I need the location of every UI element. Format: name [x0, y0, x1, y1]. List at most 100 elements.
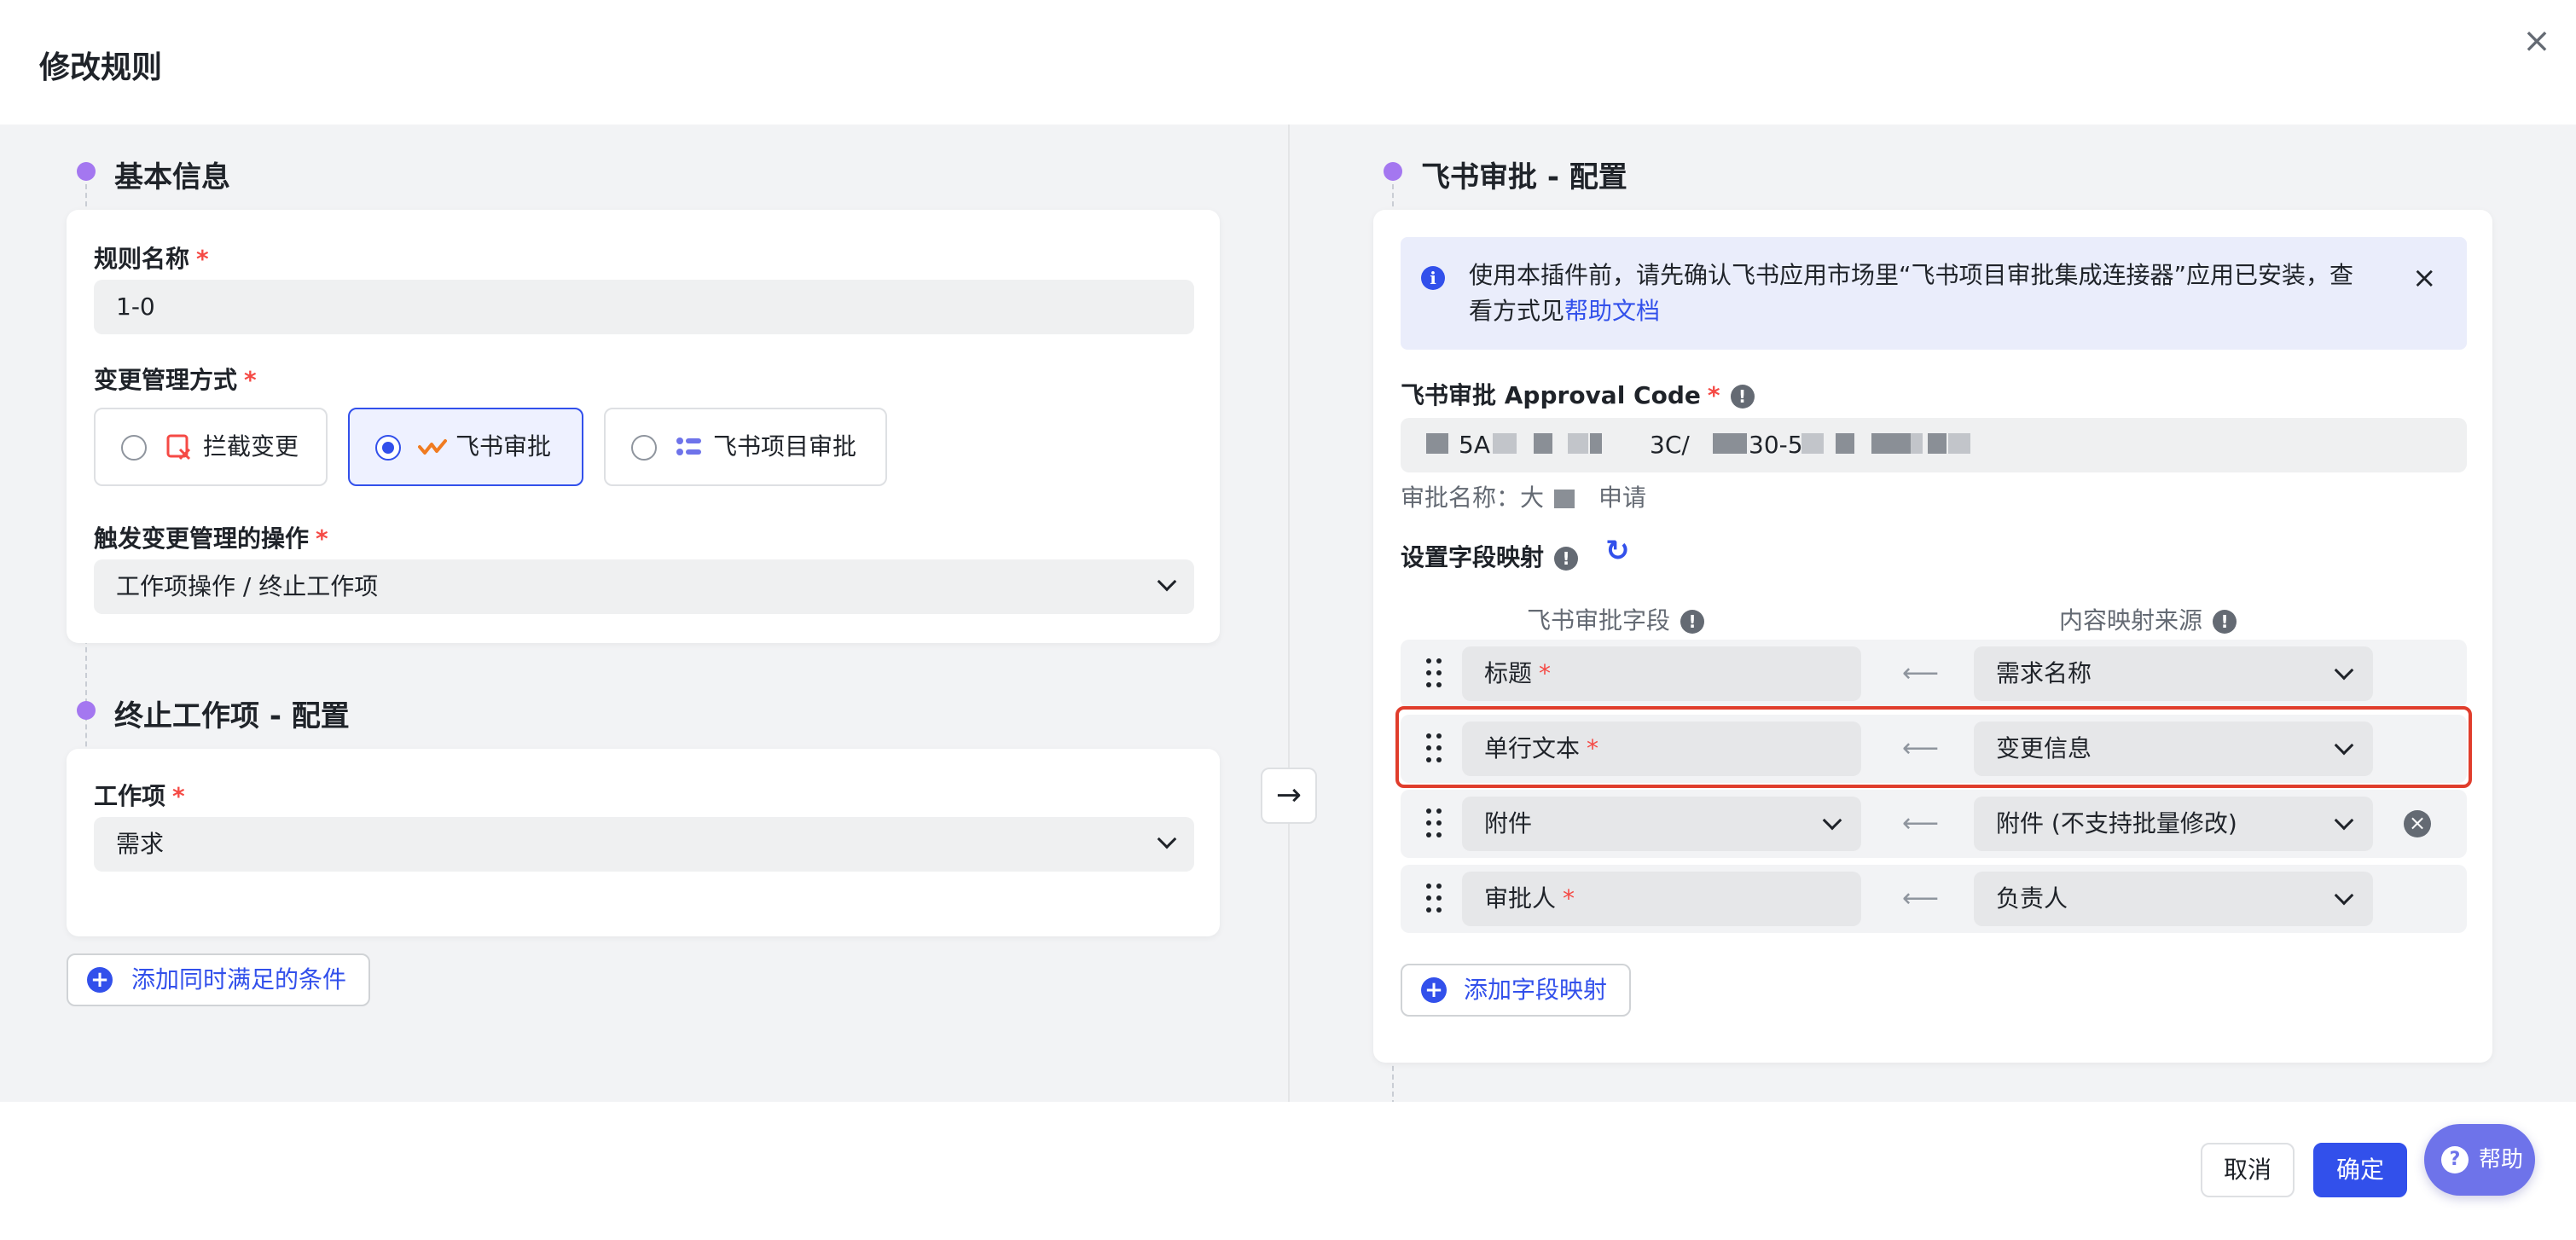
- chevron-down-icon: [1822, 810, 1842, 831]
- arrow-left-icon: ⟵: [1902, 658, 1940, 688]
- project-approval-icon: [676, 437, 701, 455]
- redacted-block: [1554, 490, 1575, 508]
- col-field-header: 飞书审批字段!: [1527, 602, 1705, 636]
- source-select[interactable]: 负责人: [1974, 872, 2373, 926]
- redacted-block: [1713, 433, 1747, 454]
- mode-option-label: 飞书项目审批: [713, 432, 857, 461]
- dialog-title: 修改规则: [39, 50, 163, 85]
- feishu-approval-icon: [418, 439, 447, 455]
- trigger-select[interactable]: 工作项操作 / 终止工作项: [94, 559, 1194, 614]
- hint-icon: !: [1680, 610, 1705, 634]
- close-icon[interactable]: ×: [2518, 22, 2556, 60]
- code-fragment: 30-5: [1749, 431, 1803, 459]
- redacted-block: [1426, 433, 1448, 454]
- info-banner: i 使用本插件前，请先确认飞书应用市场里“飞书项目审批集成连接器”应用已安装，查…: [1401, 237, 2467, 350]
- chevron-down-icon: [2334, 885, 2354, 906]
- chevron-down-icon: [2334, 660, 2354, 681]
- source-select[interactable]: 需求名称: [1974, 646, 2373, 701]
- mapping-row: 标题 * ⟵ 需求名称: [1401, 640, 2467, 708]
- confirm-button[interactable]: 确定: [2313, 1143, 2407, 1197]
- approval-code-input[interactable]: 5A· 3C/ 30-5: [1401, 418, 2467, 472]
- mode-option-project-approval[interactable]: 飞书项目审批: [604, 408, 887, 486]
- help-doc-link[interactable]: 帮助文档: [1564, 297, 1660, 325]
- add-condition-label: 添加同时满足的条件: [131, 965, 347, 994]
- dialog-body: 基本信息 规则名称 * 1-0 变更管理方式 * 拦截变更 飞书审批 飞书项目审…: [0, 125, 2576, 1102]
- mode-option-intercept[interactable]: 拦截变更: [94, 408, 328, 486]
- drag-handle-icon[interactable]: [1426, 658, 1443, 689]
- add-mapping-label: 添加字段映射: [1464, 976, 1608, 1004]
- chevron-down-icon: [1157, 829, 1177, 849]
- drag-handle-icon[interactable]: [1426, 808, 1443, 839]
- add-mapping-button[interactable]: + 添加字段映射: [1401, 964, 1631, 1017]
- help-button[interactable]: ? 帮助: [2424, 1124, 2535, 1196]
- mode-label: 变更管理方式 *: [94, 366, 257, 394]
- add-condition-button[interactable]: + 添加同时满足的条件: [67, 953, 370, 1006]
- section-dot: [77, 701, 96, 720]
- mapping-label: 设置字段映射!: [1401, 539, 1579, 573]
- intercept-icon: [166, 434, 191, 461]
- redacted-block: [1590, 433, 1602, 454]
- remove-row-icon[interactable]: ×: [2404, 810, 2431, 837]
- refresh-icon[interactable]: ↻: [1605, 534, 1630, 568]
- section-dot: [1384, 162, 1402, 181]
- mapping-row: 审批人 * ⟵ 负责人: [1401, 865, 2467, 933]
- help-label: 帮助: [2479, 1147, 2524, 1173]
- hint-icon: !: [2213, 610, 2237, 634]
- redacted-block: [1534, 433, 1552, 454]
- work-item-value: 需求: [116, 830, 165, 858]
- redacted-block: [1911, 433, 1923, 454]
- terminate-config-title: 终止工作项 - 配置: [114, 699, 350, 733]
- info-text: 使用本插件前，请先确认飞书应用市场里“飞书项目审批集成连接器”应用已安装，查看方…: [1469, 261, 2354, 325]
- feishu-config-title: 飞书审批 - 配置: [1421, 160, 1627, 194]
- chevron-down-icon: [2334, 810, 2354, 831]
- drag-handle-icon[interactable]: [1426, 884, 1443, 914]
- radio-circle-selected: [375, 435, 401, 461]
- trigger-label: 触发变更管理的操作 *: [94, 524, 328, 553]
- radio-circle: [121, 435, 147, 461]
- basic-info-title: 基本信息: [114, 160, 230, 194]
- work-item-select[interactable]: 需求: [94, 817, 1194, 872]
- column-divider: [1288, 125, 1290, 1102]
- redacted-block: [1568, 433, 1588, 454]
- basic-info-card: 规则名称 * 1-0 变更管理方式 * 拦截变更 飞书审批 飞书项目审批 触发变…: [67, 210, 1220, 643]
- arrow-right-icon: →: [1261, 768, 1317, 824]
- terminate-config-card: 工作项 * 需求: [67, 749, 1220, 936]
- edit-rule-dialog: 修改规则 × 基本信息 规则名称 * 1-0 变更管理方式 * 拦截变更 飞书审…: [0, 0, 2576, 1240]
- chevron-down-icon: [1157, 571, 1177, 592]
- highlight-box: [1395, 706, 2472, 788]
- redacted-block: [1928, 433, 1947, 454]
- banner-close-icon[interactable]: ×: [2412, 261, 2437, 295]
- rule-name-input[interactable]: 1-0: [94, 280, 1194, 334]
- redacted-block: [1493, 433, 1517, 454]
- info-icon: i: [1421, 266, 1445, 290]
- work-item-label: 工作项 *: [94, 782, 185, 810]
- arrow-left-icon: ⟵: [1902, 808, 1940, 838]
- cancel-button[interactable]: 取消: [2201, 1143, 2295, 1197]
- section-dot: [77, 162, 96, 181]
- source-select[interactable]: 附件 (不支持批量修改): [1974, 797, 2373, 851]
- approval-name-text: 审批名称：大 申请: [1401, 484, 1647, 512]
- plus-icon: +: [1421, 977, 1447, 1003]
- col-source-header: 内容映射来源!: [2059, 602, 2237, 636]
- arrow-left-icon: ⟵: [1902, 884, 1940, 913]
- redacted-block: [1801, 433, 1824, 454]
- hint-icon: !: [1554, 547, 1579, 571]
- hint-icon: !: [1730, 385, 1755, 409]
- approval-field-select[interactable]: 附件: [1462, 797, 1861, 851]
- mode-option-feishu-approval[interactable]: 飞书审批: [348, 408, 583, 486]
- redacted-block: [1836, 433, 1854, 454]
- dialog-header: 修改规则 ×: [0, 0, 2576, 125]
- approval-field: 标题 *: [1462, 646, 1861, 701]
- trigger-value: 工作项操作 / 终止工作项: [116, 572, 379, 600]
- mode-option-label: 飞书审批: [455, 432, 552, 461]
- approval-field: 审批人 *: [1462, 872, 1861, 926]
- radio-circle: [631, 435, 657, 461]
- code-fragment: 3C/: [1650, 431, 1690, 459]
- plus-icon: +: [87, 967, 113, 993]
- redacted-block: [1948, 433, 1970, 454]
- mode-option-label: 拦截变更: [203, 432, 299, 461]
- code-fragment: 5A·: [1459, 431, 1498, 459]
- question-icon: ?: [2441, 1146, 2469, 1173]
- dialog-footer: [0, 1102, 2576, 1240]
- approval-code-label: 飞书审批 Approval Code *!: [1401, 377, 1755, 411]
